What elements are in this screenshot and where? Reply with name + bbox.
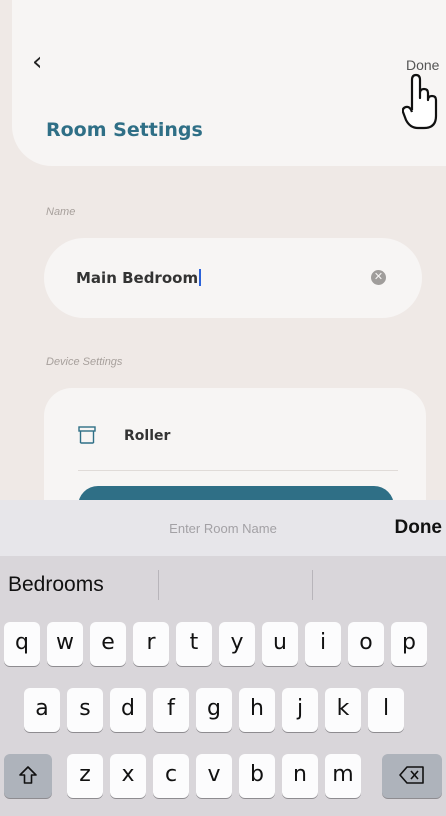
pointer-hand-icon [402,73,438,130]
key-u[interactable]: u [262,622,298,666]
suggestion-divider [158,570,159,600]
key-s[interactable]: s [67,688,103,732]
keyboard-done-button[interactable]: Done [395,517,443,539]
key-y[interactable]: y [219,622,255,666]
back-chevron-icon[interactable]: ‹ [32,49,42,75]
key-c[interactable]: c [153,754,189,798]
key-n[interactable]: n [282,754,318,798]
key-p[interactable]: p [391,622,427,666]
done-button[interactable]: Done [406,57,439,73]
shift-key[interactable] [4,754,52,798]
keyboard: Bedrooms q w e r t y u i o p a s d f g h… [0,556,446,816]
key-h[interactable]: h [239,688,275,732]
toolbar-placeholder-text: Enter Room Name [169,521,277,536]
key-q[interactable]: q [4,622,40,666]
key-w[interactable]: w [47,622,83,666]
key-g[interactable]: g [196,688,232,732]
device-settings-card: Roller [44,388,426,526]
key-e[interactable]: e [90,622,126,666]
device-roller-label[interactable]: Roller [124,428,170,444]
device-settings-label: Device Settings [46,356,123,368]
room-name-input[interactable]: Main Bedroom ✕ [44,238,422,318]
name-section-label: Name [46,206,76,218]
room-name-value: Main Bedroom [76,269,199,287]
delete-key[interactable] [382,754,442,798]
key-m[interactable]: m [325,754,361,798]
roller-blind-icon [78,426,96,444]
backspace-icon [399,766,424,784]
key-i[interactable]: i [305,622,341,666]
header-card [12,0,446,166]
suggestion-bar: Bedrooms [0,556,446,612]
suggestion-item[interactable]: Bedrooms [8,573,104,597]
keyboard-toolbar: Enter Room Name Done [0,500,446,556]
key-x[interactable]: x [110,754,146,798]
page-title: Room Settings [46,119,203,141]
key-a[interactable]: a [24,688,60,732]
clear-x-icon[interactable]: ✕ [371,270,386,285]
key-b[interactable]: b [239,754,275,798]
key-l[interactable]: l [368,688,404,732]
key-v[interactable]: v [196,754,232,798]
shift-icon [19,766,37,784]
key-d[interactable]: d [110,688,146,732]
key-k[interactable]: k [325,688,361,732]
suggestion-divider [312,570,313,600]
key-t[interactable]: t [176,622,212,666]
key-z[interactable]: z [67,754,103,798]
key-j[interactable]: j [282,688,318,732]
key-f[interactable]: f [153,688,189,732]
key-r[interactable]: r [133,622,169,666]
key-o[interactable]: o [348,622,384,666]
text-caret [199,269,202,286]
divider [78,470,398,471]
